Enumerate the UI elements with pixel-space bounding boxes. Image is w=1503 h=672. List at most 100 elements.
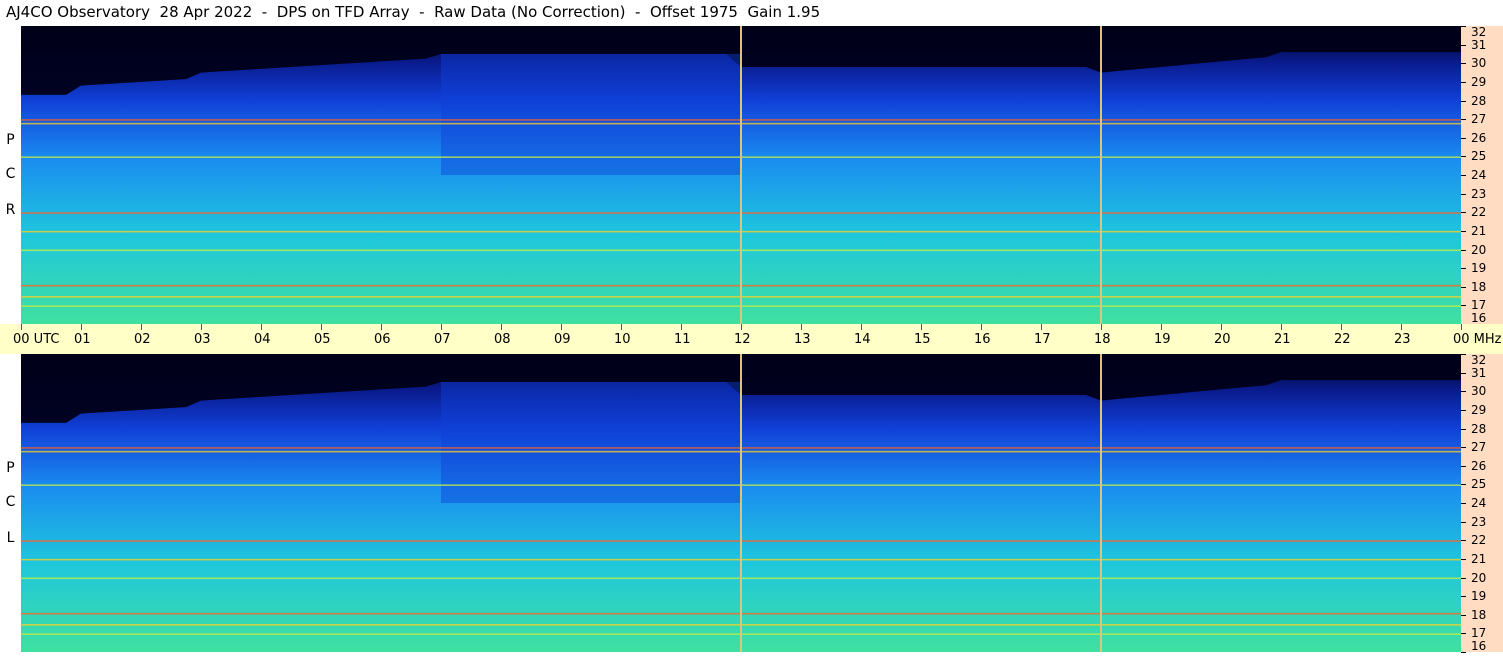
time-tick-label-14: 14: [854, 332, 871, 347]
lcp-tick-label-18: 18: [1471, 607, 1487, 622]
rcp-letter-r: R: [5, 202, 16, 218]
time-tick-label-7: 07: [434, 332, 451, 347]
frequency-tick: [1461, 249, 1466, 251]
rcp-tick-label-19: 19: [1471, 261, 1487, 276]
utc-time-axis: 00 UTC 01 02 03 04 05 06 07 08 09 10 11 12 13 14 15 16 17…: [0, 324, 1503, 354]
frequency-tick: [1461, 391, 1466, 393]
time-tick: [861, 324, 862, 330]
frequency-tick: [1461, 596, 1466, 598]
time-tick-label-20: 20: [1214, 332, 1231, 347]
frequency-tick: [1461, 540, 1466, 542]
time-tick-label-22: 22: [1334, 332, 1351, 347]
time-tick: [441, 324, 442, 330]
time-tick-label-16: 16: [974, 332, 991, 347]
rcp-tick-label-32: 32: [1471, 25, 1487, 39]
rcp-tick-label-23: 23: [1471, 186, 1487, 201]
rcp-tick-label-22: 22: [1471, 205, 1487, 220]
time-tick-label-5: 05: [314, 332, 331, 347]
time-tick: [1401, 324, 1402, 330]
frequency-tick: [1461, 503, 1466, 504]
time-tick-label-18: 18: [1094, 332, 1111, 347]
time-tick: [1101, 324, 1102, 330]
rcp-frequency-axis: 32 31 30 29 28 27 26 25 24 23 22 21 20 19 18 17 16: [1461, 25, 1503, 325]
time-tick: [21, 324, 22, 330]
spectrogram-window: AJ4CO Observatory 28 Apr 2022 - DPS on T…: [0, 0, 1503, 672]
time-tick: [1221, 324, 1222, 330]
frequency-tick: [1461, 119, 1466, 121]
time-tick: [501, 324, 502, 330]
rcp-tick-label-26: 26: [1471, 130, 1487, 145]
lcp-spectrogram[interactable]: [21, 354, 1461, 652]
lcp-tick-label-19: 19: [1471, 589, 1487, 604]
time-tick-label-1: 01: [74, 332, 91, 347]
frequency-tick: [1461, 354, 1466, 355]
frequency-tick: [1461, 652, 1466, 653]
rcp-tick-label-25: 25: [1471, 149, 1487, 164]
lcp-frequency-axis: 32 31 30 29 28 27 26 25 24 23 22 21 20 19 18 17 16: [1461, 354, 1503, 653]
frequency-tick: [1461, 137, 1466, 139]
lcp-tick-label-30: 30: [1471, 384, 1487, 399]
time-tick: [981, 324, 982, 330]
time-tick: [681, 324, 682, 330]
frequency-tick: [1461, 100, 1466, 102]
frequency-tick: [1461, 156, 1466, 158]
rcp-letter-p: P: [6, 132, 15, 148]
time-tick-label-13: 13: [794, 332, 811, 347]
time-tick-label-8: 08: [494, 332, 511, 347]
rcp-spectrogram[interactable]: [21, 26, 1461, 324]
time-marker: [1100, 26, 1102, 324]
time-marker: [1100, 354, 1102, 652]
time-tick: [1041, 324, 1042, 330]
frequency-tick: [1461, 614, 1466, 616]
time-tick-label-0: 00 UTC: [13, 332, 60, 347]
frequency-tick: [1461, 521, 1466, 523]
frequency-tick: [1461, 305, 1466, 307]
lcp-tick-label-27: 27: [1471, 440, 1487, 455]
time-tick: [801, 324, 802, 330]
time-tick: [201, 324, 202, 330]
lcp-letter-l: L: [6, 530, 15, 546]
rcp-tick-label-30: 30: [1471, 56, 1487, 71]
frequency-tick: [1461, 212, 1466, 214]
time-tick-label-4: 04: [254, 332, 271, 347]
lcp-tick-label-25: 25: [1471, 477, 1487, 492]
time-tick: [1461, 324, 1462, 330]
frequency-tick: [1461, 428, 1466, 430]
time-tick-label-21: 21: [1274, 332, 1291, 347]
rcp-tick-label-27: 27: [1471, 112, 1487, 127]
rcp-tick-label-20: 20: [1471, 242, 1487, 257]
time-tick: [1281, 324, 1282, 330]
lcp-tick-label-16: 16: [1471, 639, 1487, 653]
time-tick-label-6: 06: [374, 332, 391, 347]
rcp-tick-label-16: 16: [1471, 311, 1487, 325]
time-tick: [921, 324, 922, 330]
time-tick: [381, 324, 382, 330]
frequency-tick: [1461, 175, 1466, 176]
rcp-letter-c: C: [5, 166, 16, 182]
rcp-tick-label-29: 29: [1471, 74, 1487, 89]
time-tick: [321, 324, 322, 330]
time-tick-label-12: 12: [734, 332, 751, 347]
frequency-tick: [1461, 63, 1466, 65]
time-tick-label-3: 03: [194, 332, 211, 347]
lcp-tick-label-21: 21: [1471, 551, 1487, 566]
frequency-tick: [1461, 465, 1466, 467]
time-tick: [1341, 324, 1342, 330]
frequency-tick: [1461, 447, 1466, 449]
time-tick-label-19: 19: [1154, 332, 1171, 347]
lcp-tick-label-28: 28: [1471, 421, 1487, 436]
time-tick-label-24: 00 MHz: [1453, 332, 1502, 347]
frequency-tick: [1461, 558, 1466, 560]
rcp-tick-label-28: 28: [1471, 93, 1487, 108]
time-tick: [141, 324, 142, 330]
lcp-letter-p: P: [6, 460, 15, 476]
time-tick: [561, 324, 562, 330]
time-tick: [261, 324, 262, 330]
lcp-tick-label-31: 31: [1471, 365, 1487, 380]
frequency-tick: [1461, 230, 1466, 232]
time-tick: [741, 324, 742, 330]
lcp-tick-label-26: 26: [1471, 458, 1487, 473]
time-tick: [1161, 324, 1162, 330]
time-tick-label-23: 23: [1394, 332, 1411, 347]
time-tick-label-2: 02: [134, 332, 151, 347]
